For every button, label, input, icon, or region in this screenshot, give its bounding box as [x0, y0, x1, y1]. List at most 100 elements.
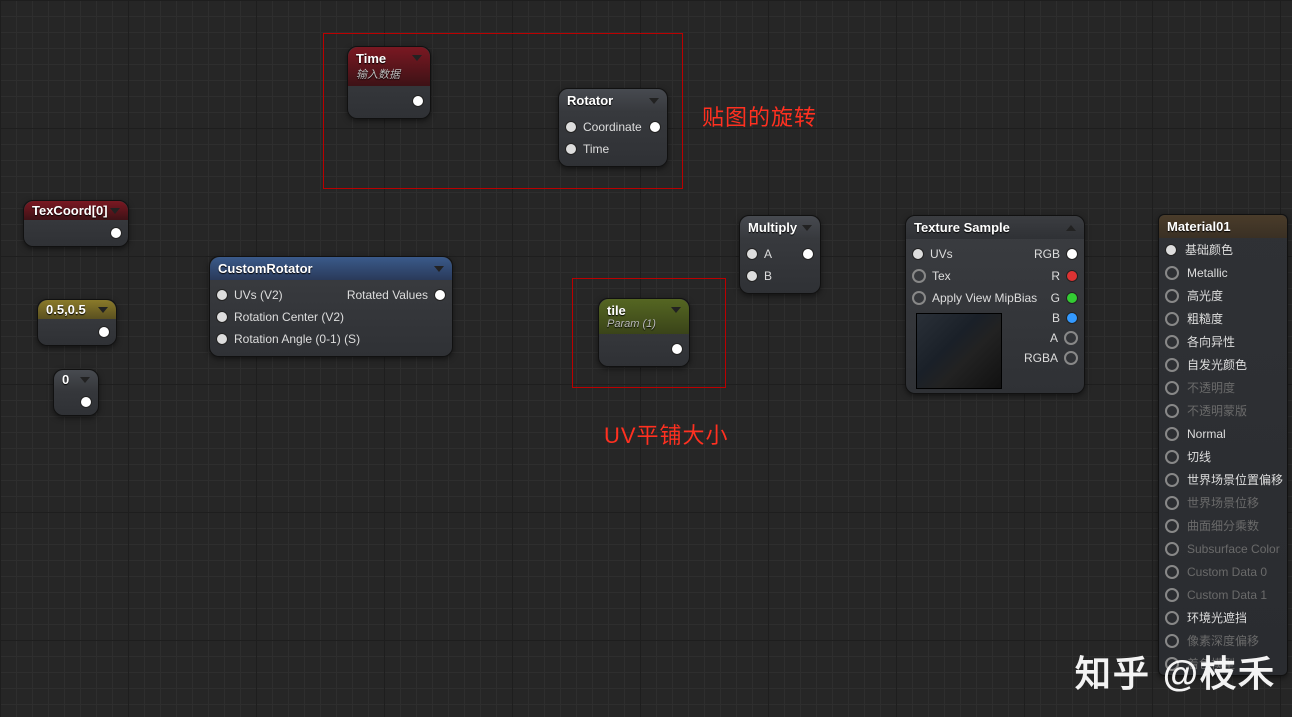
node-custom-rotator[interactable]: CustomRotator UVs (V2)Rotated Values Rot…	[209, 256, 453, 357]
output-pin-g[interactable]	[1066, 292, 1078, 304]
material-input-pin[interactable]	[1165, 289, 1179, 303]
input-pin-a[interactable]	[746, 248, 758, 260]
input-pin-tex[interactable]	[912, 269, 926, 283]
input-pin-coordinate[interactable]	[565, 121, 577, 133]
output-pin[interactable]	[110, 227, 122, 239]
material-pin-label: 各向异性	[1187, 333, 1235, 350]
collapse-up-icon[interactable]	[1066, 225, 1076, 231]
material-input-pin[interactable]	[1165, 244, 1177, 256]
input-pin-uvs[interactable]	[216, 289, 228, 301]
material-pin[interactable]: 世界场景位置偏移	[1159, 468, 1287, 491]
input-pin-mipbias[interactable]	[912, 291, 926, 305]
material-pin[interactable]: 自发光颜色	[1159, 353, 1287, 376]
node-material-output[interactable]: Material01 基础颜色Metallic高光度粗糙度各向异性自发光颜色不透…	[1158, 214, 1288, 676]
material-pin-label: Custom Data 1	[1187, 588, 1267, 602]
material-pin-label: 环境光遮挡	[1187, 609, 1247, 626]
output-pin[interactable]	[412, 95, 424, 107]
input-pin-uvs[interactable]	[912, 248, 924, 260]
material-pin-label: 世界场景位移	[1187, 494, 1259, 511]
material-input-pin[interactable]	[1165, 450, 1179, 464]
node-constant2[interactable]: 0.5,0.5	[37, 299, 117, 346]
material-pin[interactable]: Custom Data 1	[1159, 583, 1287, 606]
material-input-pin[interactable]	[1165, 588, 1179, 602]
material-pin[interactable]: 曲面细分乘数	[1159, 514, 1287, 537]
pin-label: Rotation Angle (0-1) (S)	[234, 332, 360, 346]
output-pin[interactable]	[434, 289, 446, 301]
node-title: Rotator	[567, 93, 613, 108]
material-pin[interactable]: 环境光遮挡	[1159, 606, 1287, 629]
collapse-icon[interactable]	[802, 225, 812, 231]
material-pin[interactable]: 粗糙度	[1159, 307, 1287, 330]
pin-label: B	[1052, 311, 1060, 325]
material-input-pin[interactable]	[1165, 496, 1179, 510]
node-subtitle: Param (1)	[607, 318, 656, 330]
node-title: tile	[607, 303, 626, 318]
material-input-pin[interactable]	[1165, 404, 1179, 418]
material-input-pin[interactable]	[1165, 473, 1179, 487]
node-subtitle: 输入数据	[356, 66, 400, 82]
material-input-pin[interactable]	[1165, 611, 1179, 625]
input-pin-angle[interactable]	[216, 333, 228, 345]
collapse-icon[interactable]	[434, 266, 444, 272]
node-rotator[interactable]: Rotator Coordinate Time	[558, 88, 668, 167]
collapse-icon[interactable]	[671, 307, 681, 313]
material-pin[interactable]: 高光度	[1159, 284, 1287, 307]
material-pin-label: 基础颜色	[1185, 241, 1233, 258]
input-pin-center[interactable]	[216, 311, 228, 323]
node-title: Multiply	[748, 220, 797, 235]
material-input-pin[interactable]	[1165, 381, 1179, 395]
node-time[interactable]: Time 输入数据	[347, 46, 431, 119]
material-pin[interactable]: Custom Data 0	[1159, 560, 1287, 583]
material-pin-label: 不透明蒙版	[1187, 402, 1247, 419]
collapse-icon[interactable]	[649, 98, 659, 104]
material-input-pin[interactable]	[1165, 312, 1179, 326]
output-pin-r[interactable]	[1066, 270, 1078, 282]
material-pin[interactable]: 各向异性	[1159, 330, 1287, 353]
material-input-pin[interactable]	[1165, 266, 1179, 280]
material-pin[interactable]: 切线	[1159, 445, 1287, 468]
input-pin-b[interactable]	[746, 270, 758, 282]
material-input-pin[interactable]	[1165, 335, 1179, 349]
output-pin[interactable]	[98, 326, 110, 338]
node-title: Material01	[1167, 219, 1231, 234]
pin-label: Coordinate	[583, 120, 642, 134]
material-input-pin[interactable]	[1165, 542, 1179, 556]
output-pin-b[interactable]	[1066, 312, 1078, 324]
material-pin[interactable]: Subsurface Color	[1159, 537, 1287, 560]
material-pin[interactable]: Metallic	[1159, 261, 1287, 284]
pin-label: Time	[583, 142, 609, 156]
node-title: 0	[62, 372, 69, 387]
output-pin[interactable]	[802, 248, 814, 260]
collapse-icon[interactable]	[98, 307, 108, 313]
collapse-icon[interactable]	[412, 55, 422, 61]
node-title: CustomRotator	[218, 261, 313, 276]
output-pin[interactable]	[80, 396, 92, 408]
material-pin[interactable]: 不透明蒙版	[1159, 399, 1287, 422]
node-texcoord[interactable]: TexCoord[0]	[23, 200, 129, 247]
output-pin[interactable]	[671, 343, 683, 355]
pin-label: Rotation Center (V2)	[234, 310, 344, 324]
pin-label: UVs (V2)	[234, 288, 283, 302]
output-pin-a[interactable]	[1064, 331, 1078, 345]
output-pin-rgba[interactable]	[1064, 351, 1078, 365]
node-multiply[interactable]: Multiply A B	[739, 215, 821, 294]
output-pin[interactable]	[649, 121, 661, 133]
material-pin[interactable]: 基础颜色	[1159, 238, 1287, 261]
texture-preview[interactable]	[916, 313, 1002, 389]
material-pin[interactable]: 不透明度	[1159, 376, 1287, 399]
material-input-pin[interactable]	[1165, 519, 1179, 533]
input-pin-time[interactable]	[565, 143, 577, 155]
material-input-pin[interactable]	[1165, 427, 1179, 441]
node-tile[interactable]: tile Param (1)	[598, 298, 690, 367]
material-input-pin[interactable]	[1165, 358, 1179, 372]
graph-canvas[interactable]: 贴图的旋转 UV平铺大小 TexCoord[0] 0.5,0.5 0 Time …	[0, 0, 1292, 717]
material-input-pin[interactable]	[1165, 565, 1179, 579]
node-constant1[interactable]: 0	[53, 369, 99, 416]
collapse-icon[interactable]	[110, 208, 120, 214]
material-pin[interactable]: Normal	[1159, 422, 1287, 445]
output-pin-rgb[interactable]	[1066, 248, 1078, 260]
collapse-icon[interactable]	[80, 377, 90, 383]
node-texture-sample[interactable]: Texture Sample UVsRGB TexR Apply View Mi…	[905, 215, 1085, 394]
material-pin[interactable]: 世界场景位移	[1159, 491, 1287, 514]
pin-label: G	[1051, 291, 1060, 305]
